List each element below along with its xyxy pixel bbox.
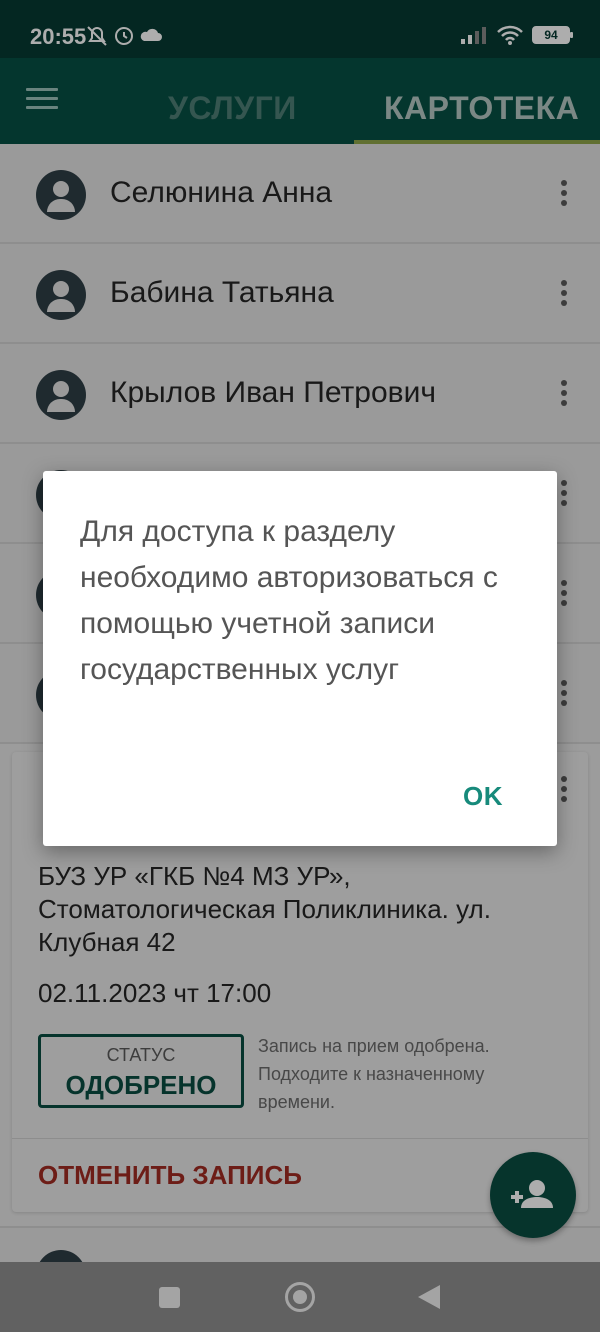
ok-button[interactable]: OK: [463, 781, 503, 812]
dialog-message: Для доступа к разделу необходимо авториз…: [80, 515, 498, 686]
auth-required-dialog: Для доступа к разделу необходимо авториз…: [43, 471, 557, 846]
